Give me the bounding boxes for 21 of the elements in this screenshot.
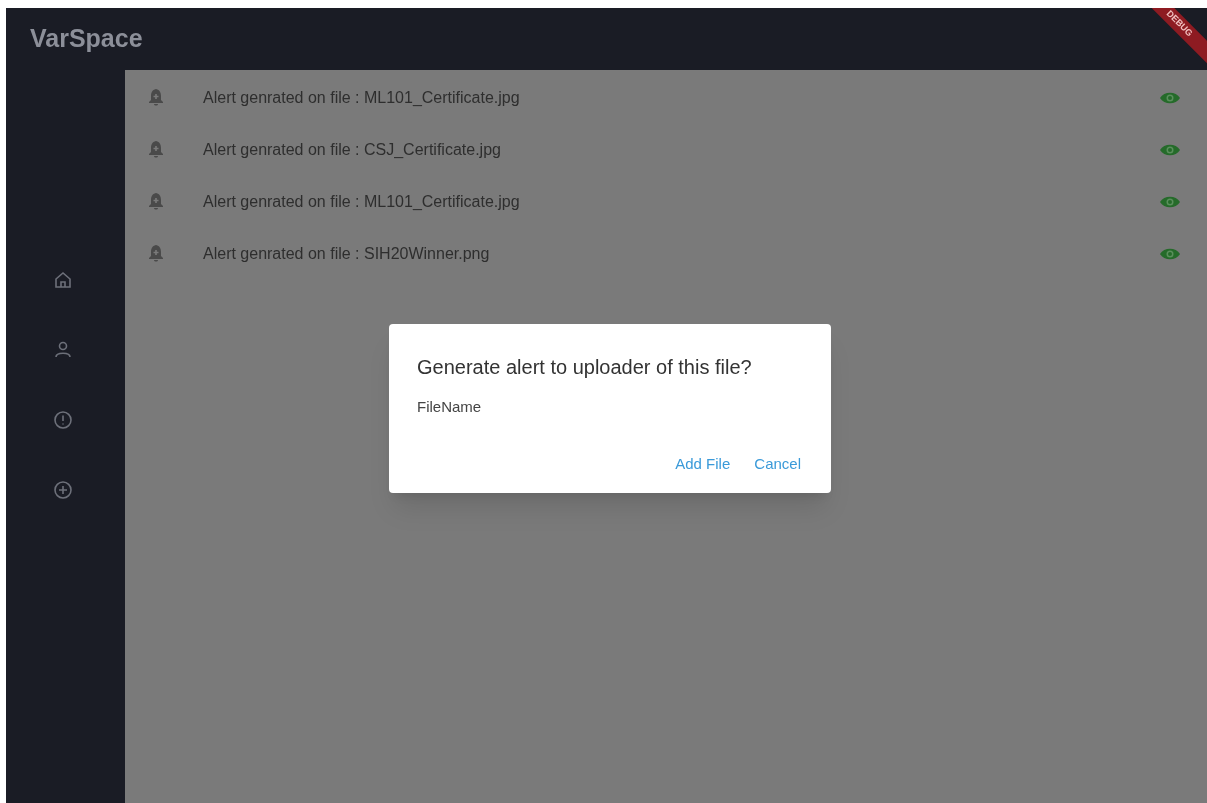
alert-text: Alert genrated on file : ML101_Certificate.jpg [203, 192, 521, 212]
eye-icon[interactable] [1159, 195, 1181, 209]
add-icon[interactable] [52, 480, 73, 500]
dialog-title: Generate alert to uploader of this file? [417, 355, 753, 380]
eye-icon[interactable] [1159, 91, 1181, 105]
home-icon[interactable] [52, 270, 73, 290]
bell-icon [147, 192, 165, 212]
eye-icon[interactable] [1159, 247, 1181, 261]
dialog-button[interactable]: Add File [673, 446, 733, 481]
dialog-button[interactable]: Cancel [752, 446, 803, 481]
bell-icon [147, 140, 165, 160]
bell-icon [147, 88, 165, 108]
person-icon[interactable] [52, 340, 73, 360]
alert-text: Alert genrated on file : ML101_Certificate.jpg [203, 88, 521, 108]
alert-text: Alert genrated on file : SIH20Winner.png [203, 244, 491, 264]
bell-icon [147, 244, 165, 264]
eye-icon[interactable] [1159, 143, 1181, 157]
app-title: VarSpace [30, 23, 143, 55]
dialog-body: FileName [417, 397, 483, 417]
alert-text: Alert genrated on file : CSJ_Certificate.jpg [203, 140, 502, 160]
alert-icon[interactable] [52, 410, 73, 430]
